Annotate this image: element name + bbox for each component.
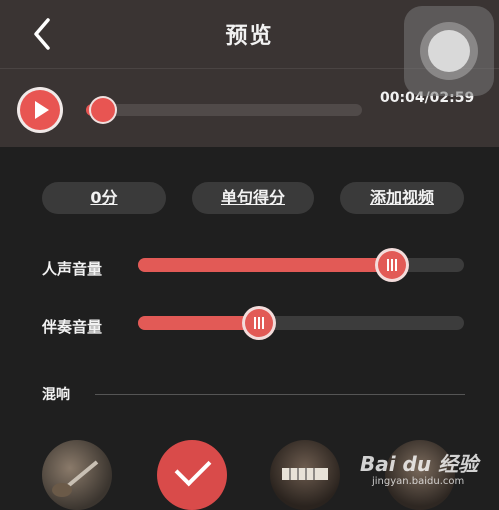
assistive-touch-core [428, 30, 470, 72]
watermark-url: jingyan.baidu.com [372, 476, 465, 487]
vocal-volume-handle[interactable] [378, 251, 407, 279]
grip-icon [253, 317, 264, 329]
sentence-score-button[interactable]: 单句得分 [192, 182, 314, 214]
reverb-divider [95, 394, 465, 395]
accompaniment-volume-handle[interactable] [244, 309, 273, 337]
reverb-preset-selected[interactable] [157, 440, 227, 510]
reverb-preset-piano[interactable] [270, 440, 340, 510]
play-icon [35, 101, 49, 119]
score-button[interactable]: 0分 [42, 182, 166, 214]
accompaniment-volume-slider[interactable] [138, 309, 464, 337]
add-video-button[interactable]: 添加视频 [340, 182, 464, 214]
playback-progress-track[interactable] [86, 98, 362, 122]
guitar-icon [52, 460, 99, 497]
vocal-volume-slider[interactable] [138, 251, 464, 279]
check-icon [174, 449, 212, 487]
piano-icon [282, 468, 328, 480]
vocal-volume-label: 人声音量 [42, 260, 103, 278]
grip-icon [387, 259, 398, 271]
watermark-logo: Bai du 经验 [360, 452, 479, 476]
reverb-preset-guitar[interactable] [42, 440, 112, 510]
assistive-touch-button[interactable] [404, 6, 494, 96]
reverb-label: 混响 [42, 387, 70, 403]
accompaniment-volume-label: 伴奏音量 [42, 318, 103, 336]
vocal-volume-fill [138, 258, 393, 272]
play-button[interactable] [20, 90, 60, 130]
playback-progress-handle[interactable] [90, 98, 115, 122]
accompaniment-volume-fill [138, 316, 259, 330]
